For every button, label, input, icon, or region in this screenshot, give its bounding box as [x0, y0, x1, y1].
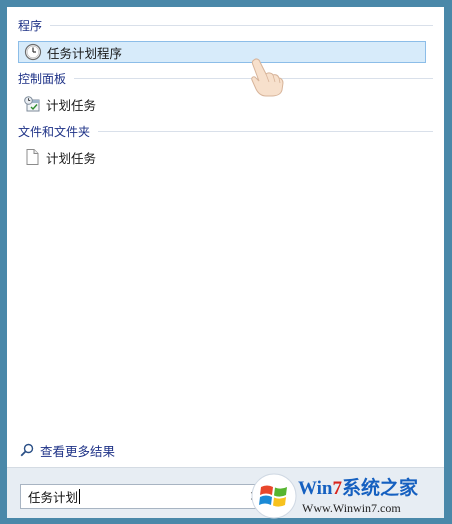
result-label: 计划任务	[46, 150, 97, 166]
watermark-brand-7: 7	[332, 478, 343, 499]
search-icon	[20, 443, 34, 457]
result-scheduled-tasks-file[interactable]: 计划任务	[18, 146, 426, 168]
section-header-control-panel: 控制面板	[18, 69, 433, 87]
see-more-results-link[interactable]: 查看更多结果	[20, 440, 115, 460]
search-input-value: 任务计划	[28, 490, 79, 505]
scheduled-tasks-icon	[24, 96, 40, 112]
section-divider	[98, 130, 433, 132]
search-results-panel: 程序 任务计划程序 控制面板 计划任务 文件和文件夹 计划任务 查看更多结果 任…	[7, 7, 444, 518]
windows-logo	[251, 473, 297, 519]
result-scheduled-tasks[interactable]: 计划任务	[18, 93, 426, 115]
text-caret	[79, 489, 81, 504]
section-header-files: 文件和文件夹	[18, 122, 433, 140]
section-title: 控制面板	[18, 71, 67, 86]
section-header-programs: 程序	[18, 16, 433, 34]
section-divider	[50, 24, 433, 26]
document-icon	[26, 149, 39, 165]
watermark-url: Www.Winwin7.com	[302, 501, 401, 515]
watermark-brand-cn: 系统之家	[342, 478, 419, 499]
result-label: 计划任务	[46, 97, 97, 113]
search-input[interactable]: 任务计划	[20, 484, 266, 509]
result-label: 任务计划程序	[47, 45, 123, 61]
watermark-brand-win: Win	[298, 478, 333, 499]
result-task-scheduler[interactable]: 任务计划程序	[18, 41, 426, 63]
clock-icon	[24, 43, 42, 61]
section-title: 文件和文件夹	[18, 124, 91, 139]
site-watermark: Win7系统之家 Www.Winwin7.com	[250, 472, 448, 522]
watermark-brand: Win7系统之家	[298, 473, 418, 500]
hand-pointer-icon	[251, 58, 284, 97]
section-title: 程序	[18, 18, 43, 33]
see-more-label: 查看更多结果	[40, 443, 116, 459]
